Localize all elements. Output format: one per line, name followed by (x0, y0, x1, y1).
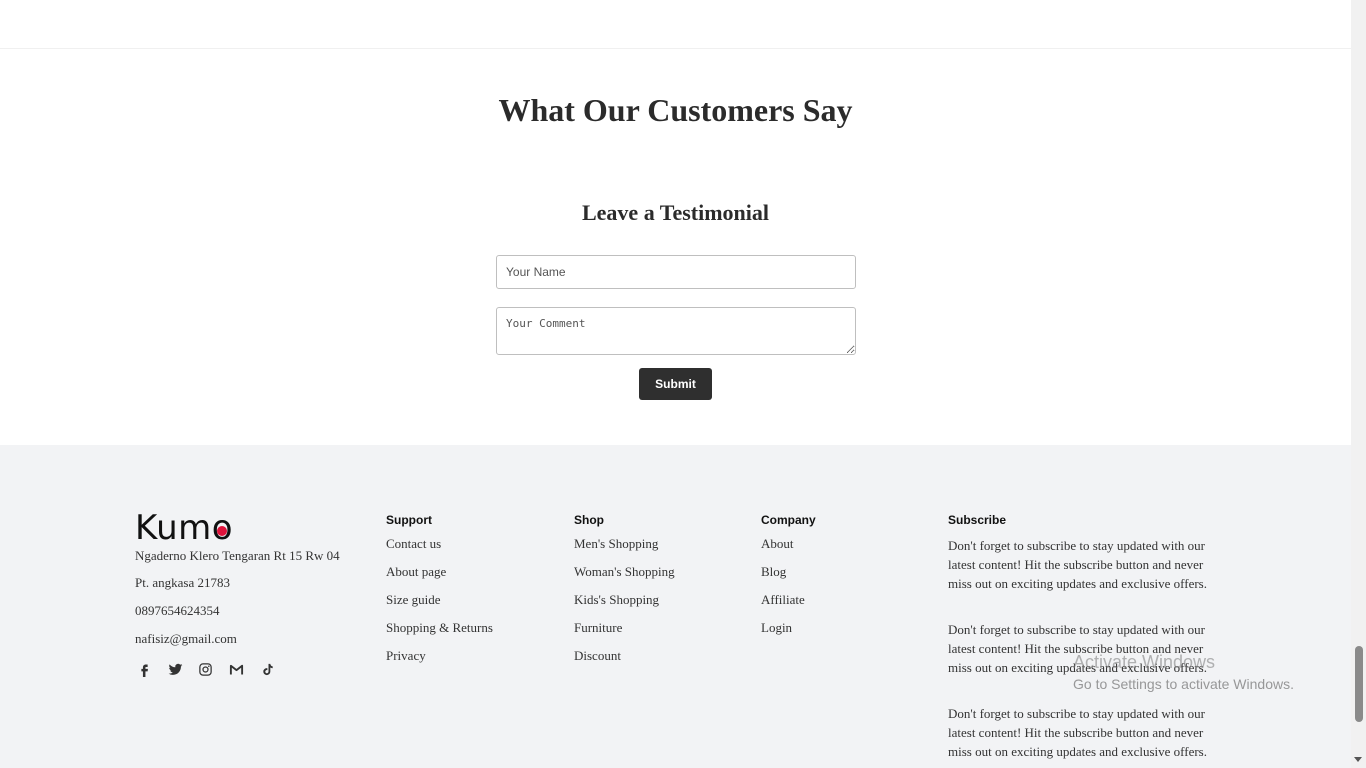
footer-link-contact-us[interactable]: Contact us (386, 536, 441, 552)
facebook-icon[interactable] (135, 660, 153, 678)
subscribe-paragraph: Don't forget to subscribe to stay update… (948, 706, 1207, 759)
instagram-icon[interactable] (196, 660, 214, 678)
footer-link-furniture[interactable]: Furniture (574, 620, 622, 636)
footer-link-privacy[interactable]: Privacy (386, 648, 426, 664)
name-input[interactable] (496, 255, 856, 289)
support-heading: Support (386, 513, 432, 527)
company-heading: Company (761, 513, 816, 527)
logo-text: Kum (135, 508, 212, 548)
address-line-1: Ngaderno Klero Tengaran Rt 15 Rw 04 (135, 548, 340, 563)
scrollbar-thumb[interactable] (1355, 646, 1363, 722)
phone-number: 0897654624354 (135, 603, 220, 618)
subscribe-heading: Subscribe (948, 513, 1007, 527)
footer-link-about-page[interactable]: About page (386, 564, 446, 580)
footer-link-blog[interactable]: Blog (761, 564, 786, 580)
footer-link-size-guide[interactable]: Size guide (386, 592, 441, 608)
page-scrollbar[interactable] (1351, 0, 1366, 768)
footer-link-login[interactable]: Login (761, 620, 792, 636)
footer-link-affiliate[interactable]: Affiliate (761, 592, 805, 608)
shop-heading: Shop (574, 513, 604, 527)
email-address: nafisiz@gmail.com (135, 631, 237, 646)
gmail-icon[interactable] (227, 660, 245, 678)
footer-link-womans-shopping[interactable]: Woman's Shopping (574, 564, 675, 580)
submit-button[interactable]: Submit (639, 368, 712, 400)
footer-link-kids-shopping[interactable]: Kids's Shopping (574, 592, 659, 608)
footer-link-shopping-returns[interactable]: Shopping & Returns (386, 620, 493, 636)
activate-windows-subtext: Go to Settings to activate Windows. (1073, 676, 1294, 692)
activate-windows-watermark: Activate Windows (1073, 652, 1216, 672)
tiktok-icon[interactable] (258, 660, 276, 678)
twitter-icon[interactable] (166, 660, 184, 678)
testimonials-heading: What Our Customers Say (498, 92, 853, 128)
logo-red-dot (217, 525, 228, 536)
address-line-2: Pt. angkasa 21783 (135, 575, 230, 590)
kumo-logo[interactable]: Kumo (135, 510, 233, 546)
comment-textarea[interactable] (496, 307, 856, 355)
scroll-down-arrow-icon[interactable] (1354, 757, 1362, 762)
logo-o-with-dot: o (212, 510, 233, 546)
testimonial-form-heading: Leave a Testimonial (581, 200, 769, 225)
footer-link-mens-shopping[interactable]: Men's Shopping (574, 536, 658, 552)
subscribe-paragraph: Don't forget to subscribe to stay update… (948, 538, 1207, 591)
footer-link-discount[interactable]: Discount (574, 648, 621, 664)
footer-link-about[interactable]: About (761, 536, 794, 552)
